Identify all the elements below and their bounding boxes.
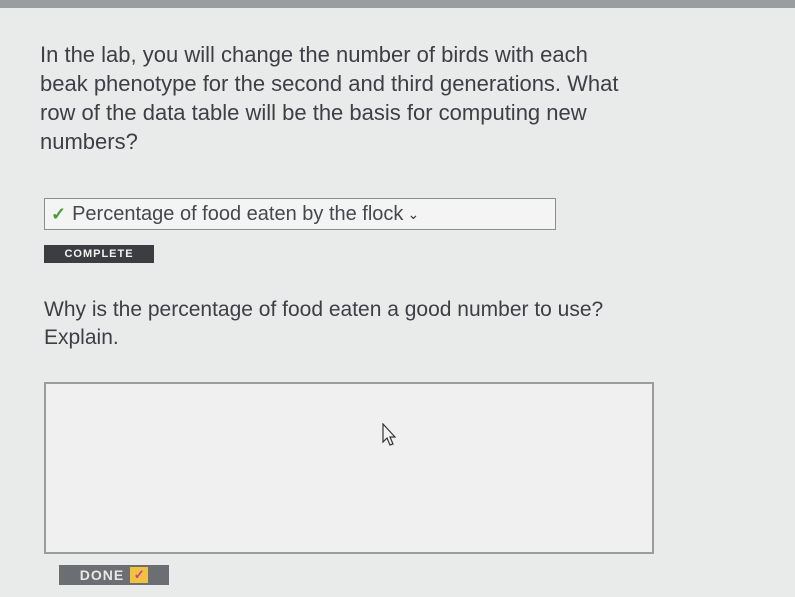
mouse-cursor-icon <box>382 423 396 446</box>
done-button-label: DONE <box>79 567 125 583</box>
question-text: In the lab, you will change the number o… <box>40 42 619 154</box>
chevron-down-icon: ⌄ <box>407 205 420 222</box>
dropdown-selected-value: Percentage of food eaten by the flock <box>72 202 404 225</box>
top-bar <box>0 0 795 8</box>
explain-question-text: Why is the percentage of food eaten a go… <box>44 298 604 349</box>
check-icon: ✓ <box>130 567 149 583</box>
check-icon: ✓ <box>51 203 67 224</box>
answer-text-area[interactable] <box>44 382 654 554</box>
answer-dropdown[interactable]: ✓ Percentage of food eaten by the flock … <box>44 198 556 230</box>
status-badge: COMPLETE <box>44 245 154 263</box>
done-button[interactable]: DONE ✓ <box>59 565 169 585</box>
